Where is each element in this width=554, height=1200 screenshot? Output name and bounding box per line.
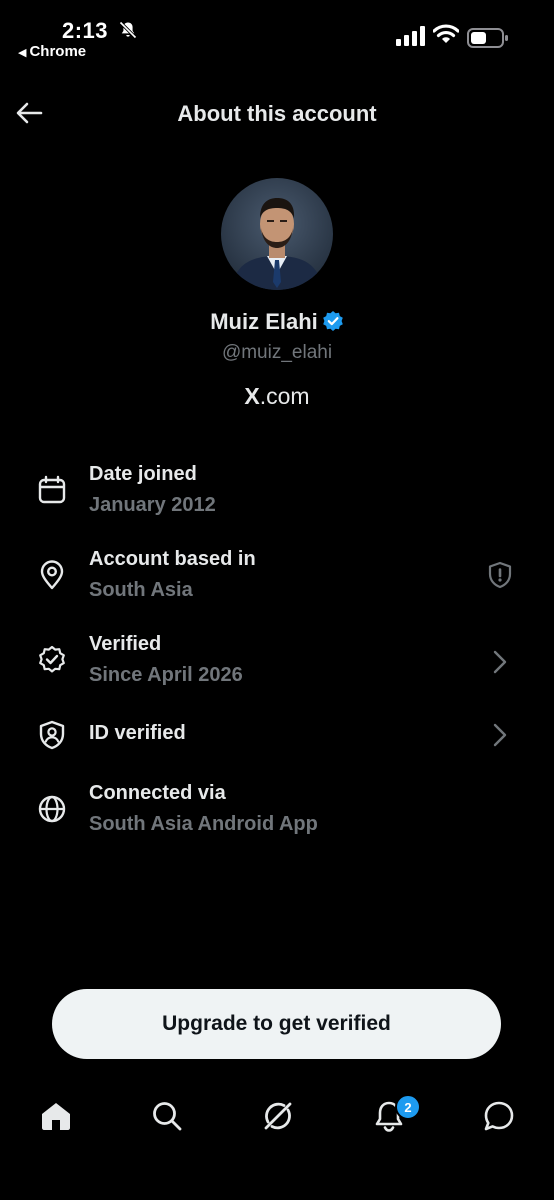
back-to-app-link[interactable]: ◀ Chrome xyxy=(18,43,86,60)
profile-website[interactable]: X.com xyxy=(0,383,554,410)
profile-handle: @muiz_elahi xyxy=(221,342,333,363)
status-time: 2:13 xyxy=(62,18,109,43)
messages-icon[interactable] xyxy=(481,1098,517,1134)
profile-name: Muiz Elahi xyxy=(210,309,318,334)
page-title: About this account xyxy=(177,101,377,126)
chevron-right-icon xyxy=(493,723,507,747)
website-suffix: .com xyxy=(259,383,310,409)
row-label: Connected via xyxy=(89,782,226,804)
verified-badge-icon xyxy=(322,311,343,331)
battery-icon xyxy=(467,28,508,48)
notification-count-badge: 2 xyxy=(395,1094,421,1120)
row-label: ID verified xyxy=(89,722,186,744)
website-prefix: X xyxy=(244,383,260,409)
info-row-connected-via: Connected via South Asia Android App xyxy=(0,780,554,850)
bell-muted-icon xyxy=(119,21,137,39)
verified-badge-outline-icon xyxy=(39,645,65,673)
row-value: South Asia Android App xyxy=(89,813,318,835)
calendar-icon xyxy=(38,475,66,504)
grok-icon[interactable] xyxy=(260,1098,296,1134)
info-row-account-based-in: Account based in South Asia xyxy=(0,547,554,617)
row-value: January 2012 xyxy=(89,494,216,516)
id-shield-icon xyxy=(39,720,65,750)
avatar[interactable] xyxy=(221,178,333,290)
search-icon[interactable] xyxy=(149,1098,185,1134)
chevron-right-icon xyxy=(493,650,507,674)
profile-name-row: Muiz Elahi xyxy=(0,309,554,335)
wifi-icon xyxy=(433,24,459,43)
home-icon[interactable] xyxy=(38,1098,74,1134)
info-row-verified[interactable]: Verified Since April 2026 xyxy=(0,632,554,702)
upgrade-verified-button[interactable]: Upgrade to get verified xyxy=(52,989,501,1059)
row-value: Since April 2026 xyxy=(89,664,243,686)
row-label: Date joined xyxy=(89,463,197,485)
shield-alert-icon[interactable] xyxy=(486,561,514,589)
info-row-id-verified[interactable]: ID verified xyxy=(0,719,554,789)
location-pin-icon xyxy=(40,560,64,590)
row-label: Account based in xyxy=(89,548,256,570)
cellular-signal-icon xyxy=(396,26,425,46)
row-value: South Asia xyxy=(89,579,193,601)
row-label: Verified xyxy=(89,633,162,655)
globe-icon xyxy=(38,795,66,823)
info-row-date-joined: Date joined January 2012 xyxy=(0,462,554,532)
back-app-label: Chrome xyxy=(29,43,87,60)
back-triangle-icon: ◀ xyxy=(18,47,27,59)
